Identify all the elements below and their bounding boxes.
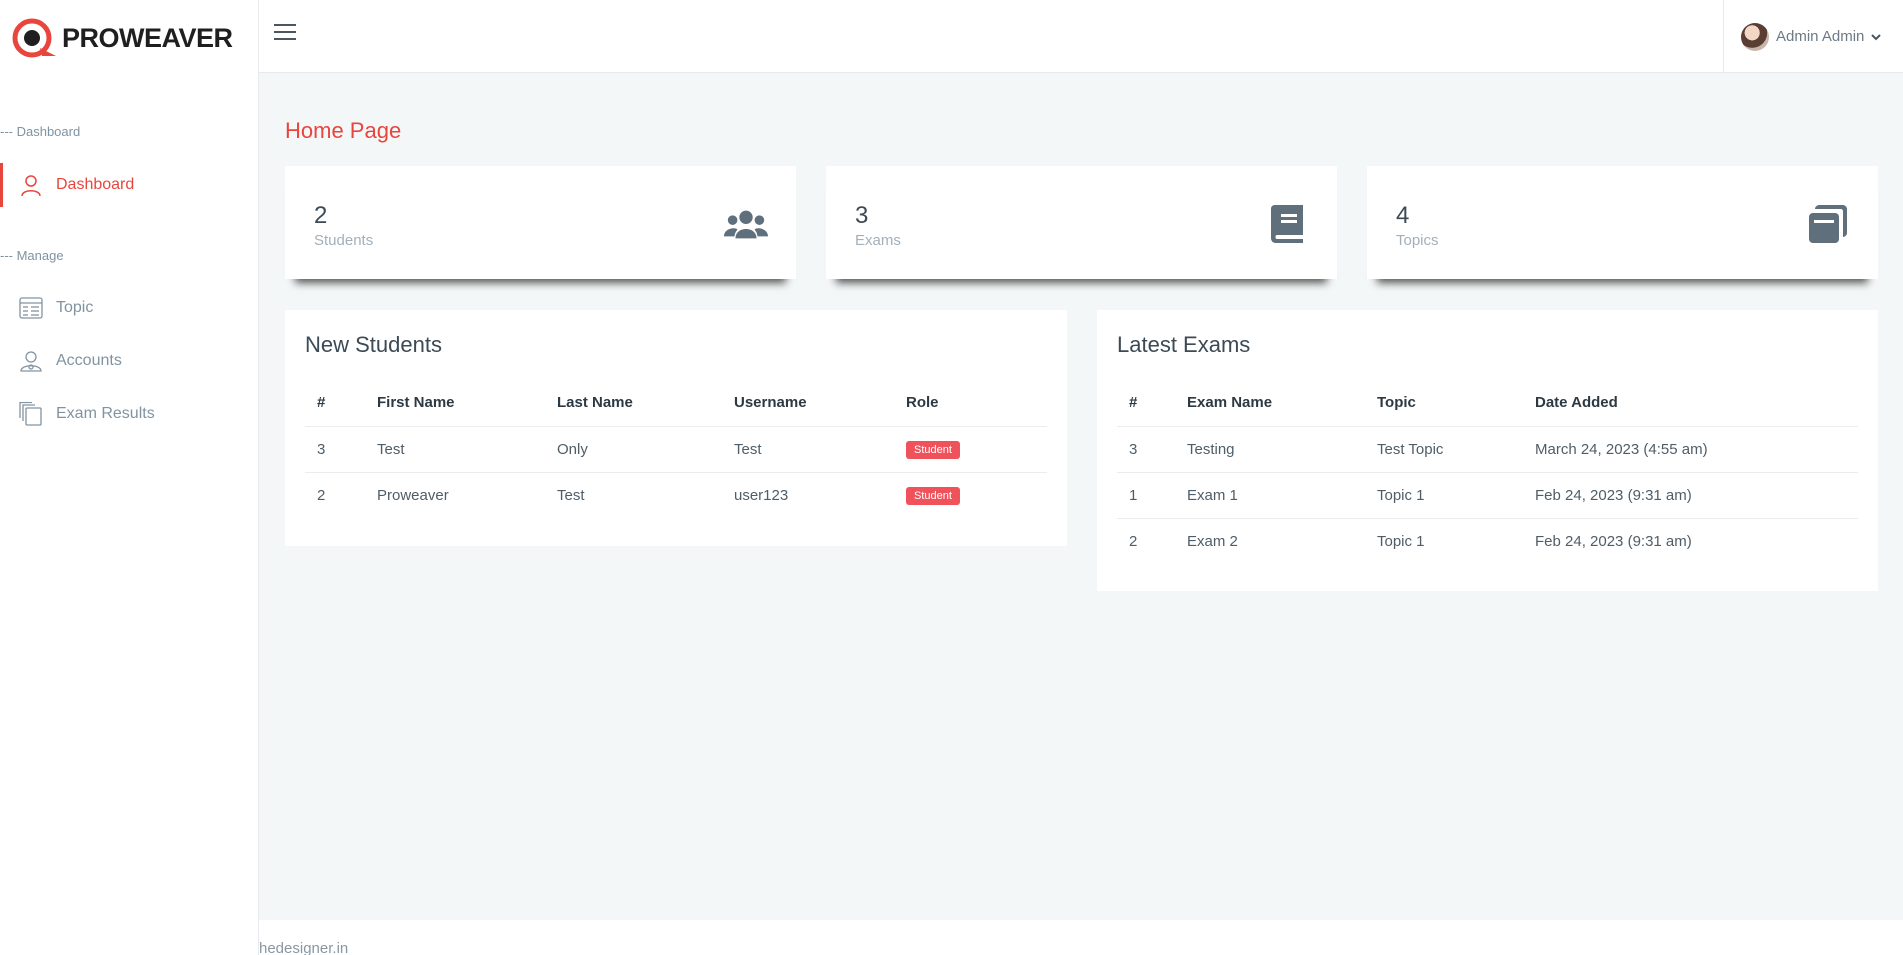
table-header-row: # Exam Name Topic Date Added [1117, 380, 1858, 426]
sidebar-item-label: Accounts [56, 352, 122, 369]
stat-label: Topics [1396, 232, 1439, 249]
cell: Test [722, 425, 894, 472]
cell: 2 [305, 471, 365, 518]
stat-label: Students [314, 232, 374, 249]
nav-section-dashboard: --- Dashboard [0, 124, 81, 139]
sidebar-item-exam-results[interactable]: Exam Results [0, 392, 258, 436]
cell: Test [545, 471, 722, 518]
stat-value: 4 [1396, 202, 1410, 229]
sidebar-item-dashboard[interactable]: Dashboard [0, 163, 258, 207]
cell: Proweaver [365, 471, 545, 518]
column-header: Role [906, 394, 939, 412]
column-header: Username [734, 394, 807, 412]
column-header: First Name [377, 394, 455, 412]
sidebar-item-accounts[interactable]: Accounts [0, 339, 258, 383]
table-header-row: # First Name Last Name Username Role [305, 380, 1047, 426]
cell: Topic 1 [1365, 471, 1523, 518]
cell: 3 [1117, 425, 1175, 472]
list-icon [18, 295, 44, 321]
cell: March 24, 2023 (4:55 am) [1523, 425, 1858, 472]
nav-section-manage: --- Manage [0, 248, 64, 263]
cell: Feb 24, 2023 (9:31 am) [1523, 517, 1858, 564]
role-badge: Student [906, 440, 960, 459]
user-icon [18, 172, 44, 198]
sidebar-item-topic[interactable]: Topic [0, 286, 258, 330]
footer: hedesigner.in [259, 920, 1903, 955]
user-menu[interactable]: Admin Admin [1723, 0, 1903, 73]
copy-icon [18, 401, 44, 427]
cell: Test Topic [1365, 425, 1523, 472]
cell: Student [894, 471, 1047, 518]
table-row: 1 Exam 1 Topic 1 Feb 24, 2023 (9:31 am) [1117, 471, 1858, 518]
sidebar-item-label: Exam Results [56, 405, 155, 422]
cell: 1 [1117, 471, 1175, 518]
proweaver-logo-icon [12, 18, 56, 58]
users-icon [724, 204, 768, 244]
cell: Test [365, 425, 545, 472]
column-header: Exam Name [1187, 394, 1273, 412]
new-students-panel: New Students # First Name Last Name User… [285, 310, 1067, 546]
table-row: 3 Test Only Test Student [305, 425, 1047, 472]
column-header: Topic [1377, 394, 1416, 412]
cell: 2 [1117, 517, 1175, 564]
column-header: # [1129, 394, 1138, 412]
table-row: 3 Testing Test Topic March 24, 2023 (4:5… [1117, 425, 1858, 472]
avatar [1741, 22, 1769, 51]
brand-name: PROWEAVER [62, 22, 233, 53]
cell: Feb 24, 2023 (9:31 am) [1523, 471, 1858, 518]
stat-value: 3 [855, 202, 869, 229]
cell: Exam 1 [1175, 471, 1365, 518]
cell: Testing [1175, 425, 1365, 472]
brand-logo[interactable]: PROWEAVER [12, 18, 233, 58]
stat-card-topics: 4 Topics [1367, 166, 1878, 279]
cell: Only [545, 425, 722, 472]
page-title: Home Page [285, 118, 402, 143]
panel-title: New Students [305, 332, 442, 357]
chevron-down-icon [1871, 33, 1882, 40]
stat-value: 2 [314, 202, 328, 229]
table-row: 2 Proweaver Test user123 Student [305, 471, 1047, 518]
role-badge: Student [906, 486, 960, 505]
panel-title: Latest Exams [1117, 332, 1251, 357]
stat-card-students: 2 Students [285, 166, 796, 279]
cell: Student [894, 425, 1047, 472]
sidebar-item-label: Topic [56, 299, 94, 316]
new-students-table: # First Name Last Name Username Role 3 T… [305, 380, 1047, 518]
stat-card-exams: 3 Exams [826, 166, 1337, 279]
latest-exams-table: # Exam Name Topic Date Added 3 Testing T… [1117, 380, 1858, 564]
table-row: 2 Exam 2 Topic 1 Feb 24, 2023 (9:31 am) [1117, 517, 1858, 564]
book-icon [1265, 204, 1309, 244]
footer-text[interactable]: hedesigner.in [259, 940, 348, 955]
latest-exams-panel: Latest Exams # Exam Name Topic Date Adde… [1097, 310, 1878, 591]
column-header: Last Name [557, 394, 633, 412]
sidebar-item-label: Dashboard [56, 176, 135, 193]
cell: Exam 2 [1175, 517, 1365, 564]
menu-toggle-icon[interactable] [274, 24, 296, 44]
accounts-icon [18, 348, 44, 374]
user-name: Admin Admin [1776, 28, 1865, 45]
copy-icon [1806, 204, 1850, 244]
stat-label: Exams [855, 232, 901, 249]
sidebar: PROWEAVER --- Dashboard Dashboard --- Ma… [0, 0, 259, 955]
column-header: Date Added [1535, 394, 1618, 412]
topbar: Admin Admin [259, 0, 1903, 73]
column-header: # [317, 394, 326, 412]
cell: user123 [722, 471, 894, 518]
cell: Topic 1 [1365, 517, 1523, 564]
cell: 3 [305, 425, 365, 472]
